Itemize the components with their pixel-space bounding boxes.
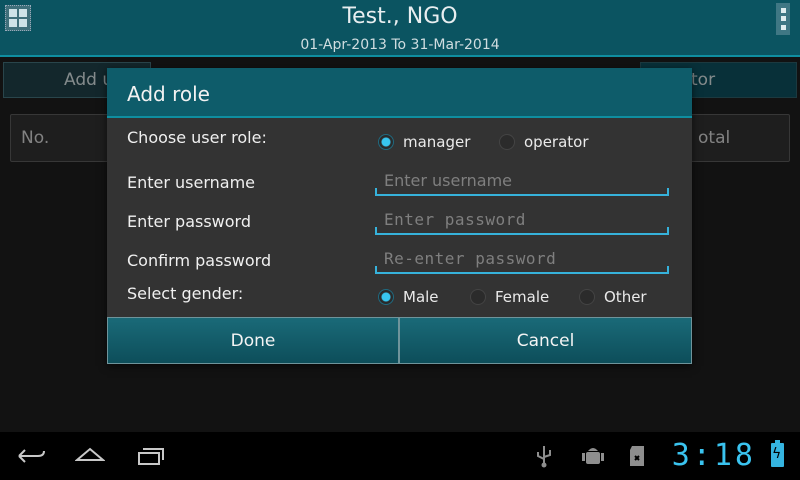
clock: 3:18 [671,438,756,473]
radio-unselected-icon [470,289,486,305]
radio-manager[interactable]: manager [378,133,470,151]
radio-female[interactable]: Female [470,288,549,306]
confirm-password-input[interactable] [375,246,669,270]
add-role-dialog: Add role Choose user role: manager opera… [107,68,692,364]
radio-operator-label: operator [524,133,589,151]
usb-icon [537,446,551,468]
password-input[interactable] [375,207,669,231]
radio-other[interactable]: Other [579,288,647,306]
password-label: Enter password [127,212,251,231]
confirm-password-field[interactable] [375,246,669,274]
app-title: Test., NGO [342,4,458,29]
radio-operator[interactable]: operator [499,133,589,151]
battery-charging-icon [771,440,784,467]
radio-unselected-icon [579,289,595,305]
radio-unselected-icon [499,134,515,150]
recent-apps-icon[interactable] [136,444,166,466]
android-debug-icon [582,448,604,464]
radio-manager-label: manager [403,133,471,151]
done-button[interactable]: Done [107,317,399,364]
dialog-title: Add role [107,68,692,118]
radio-male-label: Male [403,288,439,306]
radio-female-label: Female [495,288,550,306]
gender-label: Select gender: [127,284,244,303]
overflow-menu-icon[interactable] [776,3,790,35]
system-nav-bar: 3:18 [0,432,800,480]
password-field[interactable] [375,207,669,235]
confirm-password-label: Confirm password [127,251,272,270]
username-field[interactable] [375,168,669,196]
home-icon[interactable] [75,444,105,464]
radio-selected-icon [378,289,394,305]
sd-card-icon [630,446,644,466]
back-icon[interactable] [16,444,46,464]
radio-selected-icon [378,134,394,150]
role-label: Choose user role: [127,128,267,147]
cancel-button[interactable]: Cancel [399,317,692,364]
radio-other-label: Other [604,288,647,306]
username-label: Enter username [127,173,256,192]
date-range: 01-Apr-2013 To 31-Mar-2014 [300,37,500,53]
action-bar: Test., NGO 01-Apr-2013 To 31-Mar-2014 [0,0,800,57]
username-input[interactable] [375,168,669,192]
radio-male[interactable]: Male [378,288,439,306]
